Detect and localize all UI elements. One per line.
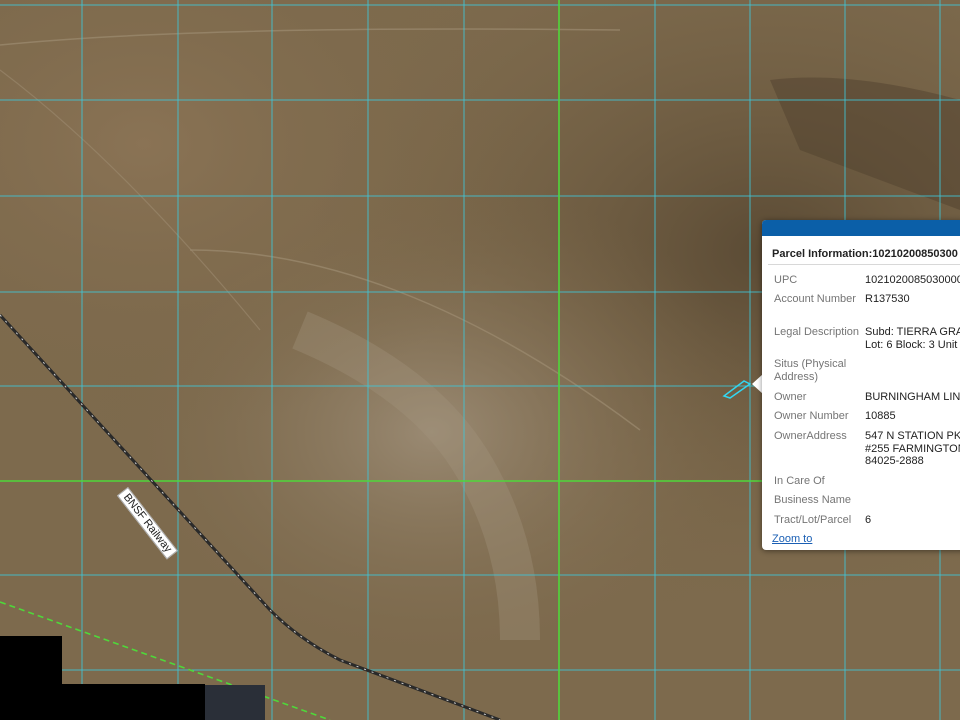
field-label-legal-description: Legal Description [774, 326, 859, 338]
popup-title: Parcel Information:10210200850300 [772, 248, 958, 260]
field-value-upc: 1021020085030000 [865, 274, 960, 286]
field-label-tract-lot-parcel: Tract/Lot/Parcel [774, 514, 852, 526]
field-value-owner: BURNINGHAM LIN [865, 391, 960, 403]
field-label-in-care-of: In Care Of [774, 475, 825, 487]
parcel-popup: Parcel Information:10210200850300 UPC 10… [762, 220, 960, 550]
field-label-business-name: Business Name [774, 494, 852, 506]
field-value-tract-lot-parcel: 6 [865, 514, 872, 526]
popup-divider [768, 264, 960, 265]
field-value-account-number: R137530 [865, 293, 910, 305]
no-data-area [0, 684, 205, 720]
field-label-upc: UPC [774, 274, 798, 286]
popup-header-bar [762, 220, 960, 236]
field-label-situs: Situs (Physical Address) [774, 358, 847, 383]
field-value-owner-address: 547 N STATION PK #255 FARMINGTON 84025-2… [865, 430, 960, 467]
field-label-owner: Owner [774, 391, 807, 403]
field-label-owner-number: Owner Number [774, 410, 849, 422]
field-label-owner-address: OwnerAddress [774, 430, 847, 442]
solar-array [205, 685, 265, 720]
field-value-owner-number: 10885 [865, 410, 896, 422]
zoom-to-link[interactable]: Zoom to [772, 533, 812, 545]
field-label-account-number: Account Number [774, 293, 856, 305]
field-value-legal-description: Subd: TIERRA GRA Lot: 6 Block: 3 Unit [865, 326, 960, 351]
